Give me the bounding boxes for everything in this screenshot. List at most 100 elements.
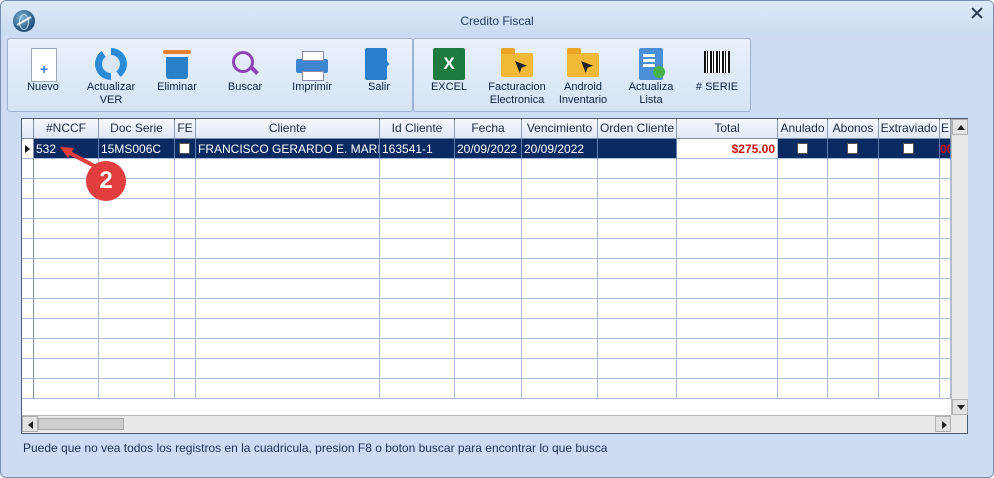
empty-cell[interactable] xyxy=(677,279,778,299)
empty-cell[interactable] xyxy=(99,359,175,379)
empty-cell[interactable] xyxy=(455,359,522,379)
empty-cell[interactable] xyxy=(380,239,455,259)
empty-cell[interactable] xyxy=(196,239,380,259)
empty-cell[interactable] xyxy=(455,279,522,299)
empty-cell[interactable] xyxy=(99,259,175,279)
empty-cell[interactable] xyxy=(940,199,951,219)
empty-cell[interactable] xyxy=(940,339,951,359)
empty-cell[interactable] xyxy=(196,299,380,319)
eliminar-button[interactable]: Eliminar xyxy=(144,39,210,111)
empty-cell[interactable] xyxy=(778,199,828,219)
cell-id-cliente[interactable]: 163541-1 xyxy=(380,139,455,159)
table-row[interactable] xyxy=(22,359,951,379)
excel-button[interactable]: EXCEL xyxy=(416,39,482,111)
empty-cell[interactable] xyxy=(879,359,940,379)
empty-cell[interactable] xyxy=(828,299,879,319)
empty-cell[interactable] xyxy=(196,279,380,299)
cell-e[interactable]: 00 xyxy=(940,139,951,159)
empty-cell[interactable] xyxy=(940,379,951,399)
empty-cell[interactable] xyxy=(196,199,380,219)
empty-cell[interactable] xyxy=(175,359,196,379)
empty-cell[interactable] xyxy=(522,259,598,279)
empty-cell[interactable] xyxy=(828,179,879,199)
empty-cell[interactable] xyxy=(99,299,175,319)
table-row[interactable] xyxy=(22,259,951,279)
col-header-abonos[interactable]: Abonos xyxy=(828,119,879,138)
empty-cell[interactable] xyxy=(828,279,879,299)
empty-cell[interactable] xyxy=(522,319,598,339)
empty-cell[interactable] xyxy=(380,219,455,239)
empty-cell[interactable] xyxy=(598,379,677,399)
cell-total[interactable]: $275.00 xyxy=(677,139,778,159)
empty-cell[interactable] xyxy=(99,219,175,239)
empty-cell[interactable] xyxy=(940,259,951,279)
empty-cell[interactable] xyxy=(778,319,828,339)
vertical-scrollbar[interactable] xyxy=(951,119,968,415)
cell-cliente[interactable]: FRANCISCO GERARDO E. MARI xyxy=(196,139,380,159)
empty-cell[interactable] xyxy=(34,339,99,359)
scroll-left-button[interactable] xyxy=(22,416,38,432)
empty-cell[interactable] xyxy=(522,279,598,299)
nuevo-button[interactable]: Nuevo xyxy=(10,39,76,111)
empty-cell[interactable] xyxy=(34,199,99,219)
table-row[interactable] xyxy=(22,179,951,199)
empty-cell[interactable] xyxy=(677,179,778,199)
empty-cell[interactable] xyxy=(196,379,380,399)
empty-cell[interactable] xyxy=(175,239,196,259)
empty-cell[interactable] xyxy=(99,199,175,219)
empty-cell[interactable] xyxy=(677,159,778,179)
empty-cell[interactable] xyxy=(879,239,940,259)
empty-cell[interactable] xyxy=(940,279,951,299)
empty-cell[interactable] xyxy=(455,199,522,219)
col-header-fecha[interactable]: Fecha xyxy=(455,119,522,138)
table-row[interactable] xyxy=(22,219,951,239)
empty-cell[interactable] xyxy=(778,179,828,199)
empty-cell[interactable] xyxy=(455,259,522,279)
records-grid[interactable]: #NCCF Doc Serie FE Cliente Id Cliente Fe… xyxy=(21,118,968,434)
empty-cell[interactable] xyxy=(879,159,940,179)
empty-cell[interactable] xyxy=(522,159,598,179)
empty-cell[interactable] xyxy=(99,319,175,339)
empty-cell[interactable] xyxy=(940,299,951,319)
table-row[interactable] xyxy=(22,279,951,299)
col-header-extraviado[interactable]: Extraviado xyxy=(879,119,940,138)
cell-fe[interactable] xyxy=(175,139,196,159)
cell-nccf[interactable]: 532 xyxy=(34,139,99,159)
empty-cell[interactable] xyxy=(99,379,175,399)
empty-cell[interactable] xyxy=(522,179,598,199)
empty-cell[interactable] xyxy=(677,379,778,399)
empty-cell[interactable] xyxy=(598,359,677,379)
empty-cell[interactable] xyxy=(175,199,196,219)
empty-cell[interactable] xyxy=(455,219,522,239)
empty-cell[interactable] xyxy=(677,319,778,339)
empty-cell[interactable] xyxy=(455,239,522,259)
col-header-vencimiento[interactable]: Vencimiento xyxy=(522,119,598,138)
empty-cell[interactable] xyxy=(34,219,99,239)
empty-cell[interactable] xyxy=(778,279,828,299)
empty-cell[interactable] xyxy=(175,279,196,299)
empty-cell[interactable] xyxy=(99,339,175,359)
empty-cell[interactable] xyxy=(778,239,828,259)
close-button[interactable] xyxy=(963,3,991,23)
empty-cell[interactable] xyxy=(940,359,951,379)
empty-cell[interactable] xyxy=(940,219,951,239)
empty-cell[interactable] xyxy=(380,159,455,179)
empty-cell[interactable] xyxy=(598,219,677,239)
empty-cell[interactable] xyxy=(34,319,99,339)
serie-button[interactable]: # SERIE xyxy=(684,39,750,111)
empty-cell[interactable] xyxy=(940,179,951,199)
empty-cell[interactable] xyxy=(598,339,677,359)
cell-extraviado[interactable] xyxy=(879,139,940,159)
empty-cell[interactable] xyxy=(196,179,380,199)
empty-cell[interactable] xyxy=(778,219,828,239)
imprimir-button[interactable]: Imprimir xyxy=(279,39,345,111)
col-header-e[interactable]: E xyxy=(940,119,951,138)
empty-cell[interactable] xyxy=(940,319,951,339)
cell-doc-serie[interactable]: 15MS006C xyxy=(99,139,175,159)
empty-cell[interactable] xyxy=(380,319,455,339)
actualiza-lista-button[interactable]: Actualiza Lista xyxy=(618,39,684,111)
table-row[interactable] xyxy=(22,339,951,359)
empty-cell[interactable] xyxy=(598,239,677,259)
table-row[interactable] xyxy=(22,159,951,179)
empty-cell[interactable] xyxy=(598,159,677,179)
